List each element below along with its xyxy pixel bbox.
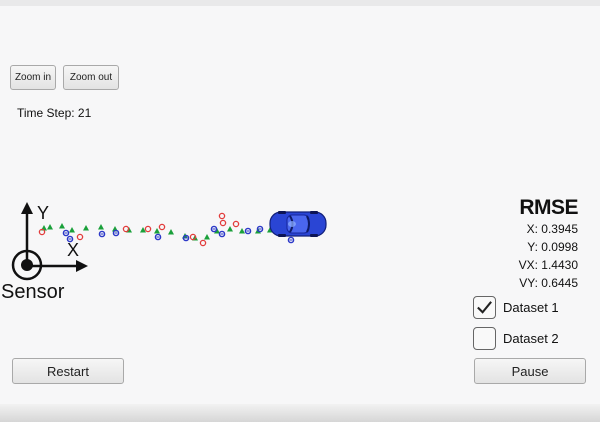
lidar-marker [232, 220, 240, 228]
sensor-label: Sensor [1, 281, 65, 303]
rmse-vx: VX: 1.4430 [518, 258, 578, 272]
bottom-band [0, 404, 600, 422]
rmse-panel: RMSE X: 0.3945 Y: 0.0998 VX: 1.4430 VY: … [518, 196, 579, 292]
dataset-2-checkbox[interactable] [473, 327, 496, 350]
lidar-marker [76, 233, 84, 241]
lidar-marker [158, 223, 166, 231]
sensor-axes: Y X Sensor [1, 202, 88, 303]
dataset-2-option[interactable]: Dataset 2 [473, 327, 559, 350]
sensor-dot-icon [21, 259, 33, 271]
x-axis-arrow-icon [76, 260, 88, 272]
estimate-marker [98, 224, 104, 230]
x-axis-label: X [67, 240, 79, 260]
checkmark-icon [477, 301, 492, 314]
y-axis-label: Y [37, 203, 49, 223]
estimate-marker [83, 225, 89, 231]
estimate-marker [204, 234, 210, 240]
lidar-marker [122, 225, 130, 233]
car-icon [269, 211, 327, 237]
estimate-marker [227, 226, 233, 232]
dataset-1-option[interactable]: Dataset 1 [473, 296, 559, 319]
rmse-vy: VY: 0.6445 [519, 276, 578, 290]
estimate-marker [239, 228, 245, 234]
lidar-marker [218, 212, 226, 220]
y-axis-arrow-icon [21, 202, 33, 214]
rmse-x: X: 0.3945 [526, 222, 578, 236]
estimate-marker [168, 229, 174, 235]
rmse-y: Y: 0.0998 [527, 240, 578, 254]
dataset-2-label: Dataset 2 [503, 331, 559, 346]
dataset-1-label: Dataset 1 [503, 300, 559, 315]
dataset-1-checkbox[interactable] [473, 296, 496, 319]
lidar-marker [219, 219, 227, 227]
lidar-marker [144, 225, 152, 233]
estimate-marker [47, 224, 53, 230]
estimate-marker [154, 228, 160, 234]
pause-button[interactable]: Pause [474, 358, 586, 384]
estimate-marker [69, 227, 75, 233]
rmse-title: RMSE [519, 196, 578, 219]
lidar-marker [199, 239, 207, 247]
restart-button[interactable]: Restart [12, 358, 124, 384]
estimate-marker [59, 223, 65, 229]
